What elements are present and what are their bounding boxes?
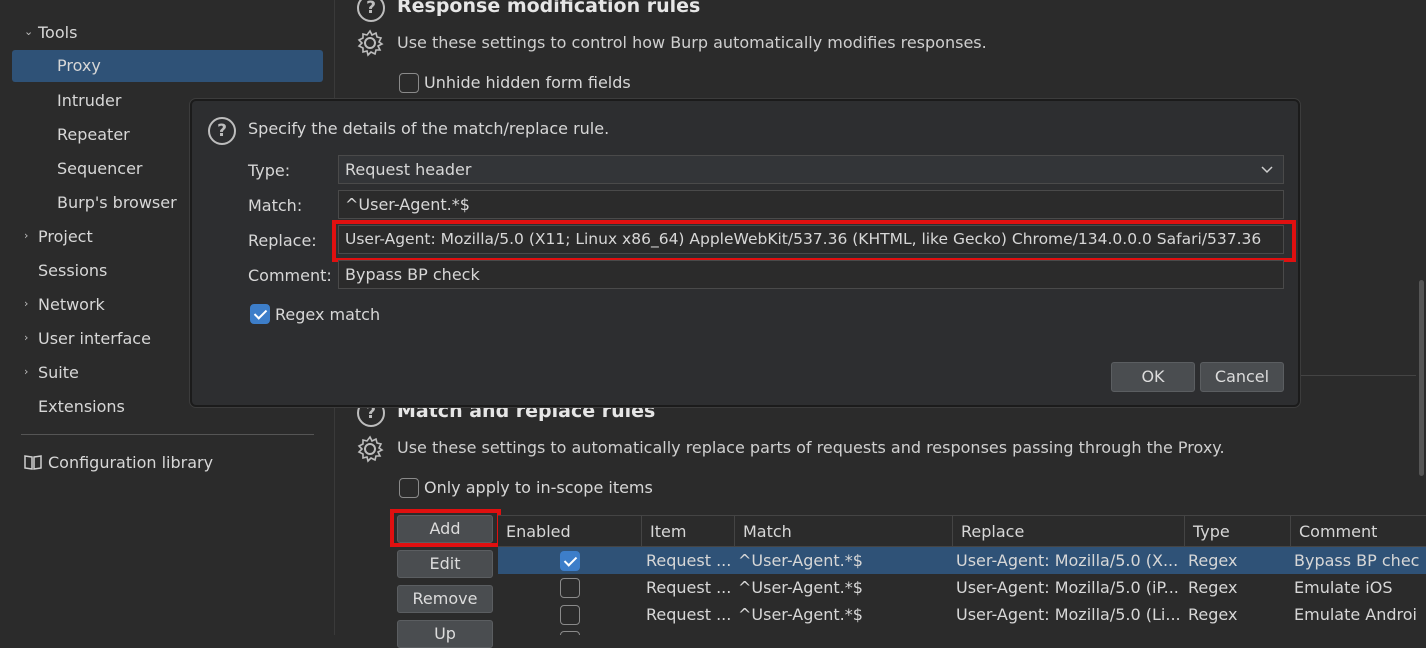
sidebar-item-intruder[interactable]: Intruder (57, 85, 121, 117)
chevron-right-icon[interactable]: › (24, 229, 28, 242)
match-input[interactable]: ^User-Agent.*$ (338, 190, 1284, 219)
table-header: Enabled Item Match Replace Type Comment (498, 515, 1426, 548)
row-replace: User-Agent: Mozilla/5.0 (X... (956, 551, 1179, 570)
row-item: Request ... (646, 605, 731, 624)
row-type: Regex (1188, 578, 1238, 597)
replace-label: Replace: (248, 231, 317, 250)
dialog-heading: Specify the details of the match/replace… (248, 119, 610, 138)
gear-icon (357, 435, 384, 463)
row-enabled-checkbox[interactable] (560, 578, 580, 598)
regex-match-label: Regex match (275, 305, 381, 324)
row-replace: User-Agent: Mozilla/5.0 (iP... (956, 578, 1179, 597)
sidebar-item-network[interactable]: Network (38, 289, 105, 321)
response-rules-description: Use these settings to control how Burp a… (397, 33, 987, 52)
column-header-comment[interactable]: Comment (1290, 516, 1426, 548)
row-comment: Emulate Androi (1294, 605, 1417, 624)
column-header-enabled[interactable]: Enabled (498, 516, 641, 548)
unhide-fields-checkbox[interactable] (399, 73, 419, 93)
sidebar-item-tools[interactable]: Tools (38, 17, 77, 49)
sidebar-item-sessions[interactable]: Sessions (38, 255, 107, 287)
match-label: Match: (248, 196, 303, 215)
row-comment: Emulate iOS (1294, 578, 1393, 597)
section-divider (1290, 375, 1416, 376)
edit-button[interactable]: Edit (397, 550, 493, 578)
add-button-highlight (390, 509, 501, 547)
chevron-right-icon[interactable]: › (24, 365, 28, 378)
help-icon[interactable]: ? (208, 117, 236, 145)
replace-input-highlight (332, 220, 1296, 262)
sidebar-item-proxy[interactable]: Proxy (12, 50, 323, 82)
row-enabled-checkbox[interactable] (560, 631, 580, 635)
cancel-button[interactable]: Cancel (1200, 362, 1284, 392)
remove-button[interactable]: Remove (397, 585, 493, 613)
match-replace-table: Enabled Item Match Replace Type Comment … (498, 515, 1426, 635)
sidebar-item-extensions[interactable]: Extensions (38, 391, 125, 423)
in-scope-label: Only apply to in-scope items (424, 478, 653, 497)
book-icon (24, 455, 42, 470)
match-replace-rule-dialog: ? Specify the details of the match/repla… (190, 99, 1300, 407)
vertical-scrollbar[interactable] (1419, 280, 1424, 476)
gear-icon (357, 29, 384, 57)
table-row[interactable]: Request ... ^User-Agent.*$ User-Agent: M… (498, 601, 1426, 628)
up-button[interactable]: Up (397, 620, 493, 648)
type-label: Type: (248, 161, 291, 180)
sidebar-item-repeater[interactable]: Repeater (57, 119, 130, 151)
row-enabled-checkbox[interactable] (560, 551, 580, 571)
sidebar-divider (21, 434, 314, 435)
table-row[interactable]: Request ... ^User-Agent.*$ User-Agent: M… (498, 574, 1426, 601)
sidebar-item-sequencer[interactable]: Sequencer (57, 153, 143, 185)
chevron-right-icon[interactable]: › (24, 331, 28, 344)
column-header-type[interactable]: Type (1184, 516, 1290, 548)
match-replace-description: Use these settings to automatically repl… (397, 438, 1225, 457)
ok-button[interactable]: OK (1111, 362, 1195, 392)
response-rules-title: Response modification rules (397, 0, 701, 17)
row-item: Request ... (646, 578, 731, 597)
comment-label: Comment: (248, 266, 332, 285)
row-type: Regex (1188, 551, 1238, 570)
sidebar-item-suite[interactable]: Suite (38, 357, 79, 389)
row-match: ^User-Agent.*$ (738, 551, 863, 570)
chevron-down-icon (1261, 166, 1273, 174)
row-item: Request ... (646, 551, 731, 570)
type-select[interactable]: Request header (338, 155, 1284, 184)
chevron-right-icon[interactable]: › (24, 297, 28, 310)
unhide-fields-label: Unhide hidden form fields (424, 73, 631, 92)
regex-match-checkbox[interactable] (250, 304, 270, 324)
chevron-down-icon[interactable]: ⌄ (24, 25, 33, 38)
configuration-library-link[interactable]: Configuration library (48, 447, 213, 479)
row-match: ^User-Agent.*$ (738, 578, 863, 597)
column-header-replace[interactable]: Replace (952, 516, 1184, 548)
sidebar-item-project[interactable]: Project (38, 221, 93, 253)
row-replace: User-Agent: Mozilla/5.0 (Li... (956, 605, 1180, 624)
sidebar-item-burps-browser[interactable]: Burp's browser (57, 187, 177, 219)
type-select-value: Request header (345, 160, 472, 179)
sidebar-item-user-interface[interactable]: User interface (38, 323, 151, 355)
comment-input[interactable]: Bypass BP check (338, 260, 1284, 289)
column-header-item[interactable]: Item (641, 516, 734, 548)
row-type: Regex (1188, 605, 1238, 624)
row-match: ^User-Agent.*$ (738, 605, 863, 624)
column-header-match[interactable]: Match (734, 516, 952, 548)
table-row[interactable]: Request ... ^User-Agent.*$ User-Agent: M… (498, 547, 1426, 574)
row-comment: Bypass BP chec (1294, 551, 1420, 570)
row-enabled-checkbox[interactable] (560, 605, 580, 625)
in-scope-checkbox[interactable] (399, 478, 419, 498)
